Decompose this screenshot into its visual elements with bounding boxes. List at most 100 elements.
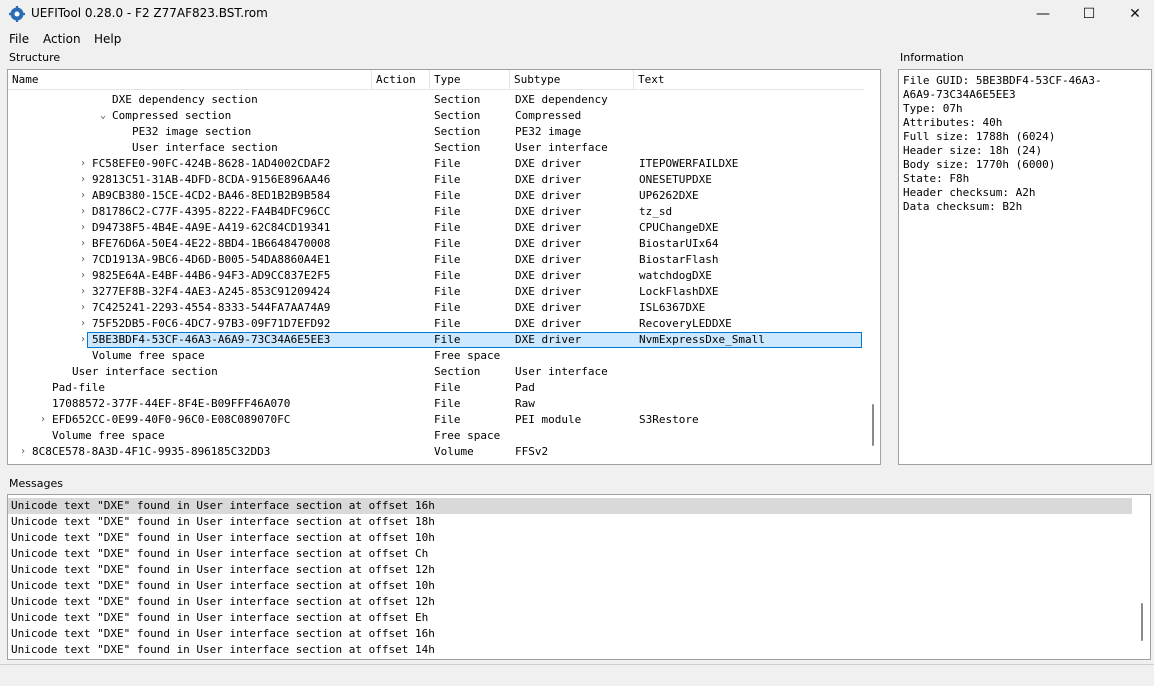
chevron-right-icon[interactable]: › [80,300,90,316]
tree-cell-type: File [434,317,461,330]
message-line[interactable]: Unicode text "DXE" found in User interfa… [8,578,1132,594]
chevron-right-icon[interactable]: › [80,284,90,300]
message-line[interactable]: Unicode text "DXE" found in User interfa… [8,530,1132,546]
column-text[interactable]: Text [634,70,864,90]
chevron-right-icon[interactable]: › [20,444,30,460]
tree-row[interactable]: DXE dependency section Section DXE depende… [8,92,864,108]
tree-cell-text: NvmExpressDxe_Small [639,333,765,346]
tree-cell-subtype: DXE driver [515,157,582,170]
tree-row[interactable]: › 92813C51-31AB-4DFD-8CDA-9156E896AA46 Fil… [8,172,864,188]
chevron-right-icon[interactable]: › [80,332,90,348]
tree-row[interactable]: › D81786C2-C77F-4395-8222-FA4B4DFC96CC Fil… [8,204,864,220]
column-name[interactable]: Name [8,70,372,90]
menu-file[interactable]: File [9,32,29,46]
column-type[interactable]: Type [430,70,510,90]
tree-row[interactable]: › 5BE3BDF4-53CF-46A3-A6A9-73C34A6E5EE3 Fil… [8,332,864,348]
messages-scrollbar[interactable] [1141,603,1143,641]
tree-cell-text: CPUChangeDXE [639,221,719,234]
chevron-right-icon[interactable]: › [80,188,90,204]
message-line[interactable]: Unicode text "DXE" found in User interfa… [8,610,1132,626]
tree-cell-subtype: FFSv2 [515,445,549,458]
tree-row[interactable]: › 3277EF8B-32F4-4AE3-A245-853C91209424 Fil… [8,284,864,300]
chevron-right-icon[interactable]: › [80,220,90,236]
information-text: File GUID: 5BE3BDF4-53CF-46A3- A6A9-73C34… [903,74,1102,214]
chevron-right-icon[interactable]: › [80,156,90,172]
tree-cell-subtype: DXE driver [515,221,582,234]
message-line[interactable]: Unicode text "DXE" found in User interfa… [8,498,1132,514]
message-line[interactable]: Unicode text "DXE" found in User interfa… [8,562,1132,578]
tree-row[interactable]: › FC58EFE0-90FC-424B-8628-1AD4002CDAF2 Fil… [8,156,864,172]
tree-scrollbar[interactable] [872,404,874,446]
chevron-right-icon[interactable]: › [80,172,90,188]
tree-cell-subtype: DXE driver [515,301,582,314]
tree-cell-name: Compressed section [112,109,232,122]
tree-cell-type: File [434,413,461,426]
tree-row[interactable]: User interface section Section User interf… [8,364,864,380]
tree-cell-name: 7CD1913A-9BC6-4D6D-B005-54DA8860A4E1 [92,253,331,266]
messages-label: Messages [9,477,63,490]
chevron-right-icon[interactable]: › [80,236,90,252]
tree-row[interactable]: Pad-file File Pad [8,380,864,396]
information-line: Full size: 1788h (6024) [903,130,1056,143]
message-line[interactable]: Unicode text "DXE" found in User interfa… [8,594,1132,610]
tree-row[interactable]: › 7C425241-2293-4554-8333-544FA7AA74A9 Fil… [8,300,864,316]
chevron-right-icon[interactable]: › [80,252,90,268]
tree-row[interactable]: PE32 image section Section PE32 image [8,124,864,140]
tree-row[interactable]: › AB9CB380-15CE-4CD2-BA46-8ED1B2B9B584 Fil… [8,188,864,204]
tree-cell-name: Volume free space [92,349,205,362]
tree-cell-name: BFE76D6A-50E4-4E22-8BD4-1B6648470008 [92,237,331,250]
tree-row[interactable]: User interface section Section User interf… [8,140,864,156]
tree-row[interactable]: Volume free space Free space [8,428,864,444]
tree-row[interactable]: › BFE76D6A-50E4-4E22-8BD4-1B6648470008 Fil… [8,236,864,252]
tree-row[interactable]: › 7CD1913A-9BC6-4D6D-B005-54DA8860A4E1 Fil… [8,252,864,268]
tree-cell-text: BiostarFlash [639,253,719,266]
tree-cell-type: File [434,397,461,410]
menu-help[interactable]: Help [94,32,121,46]
tree-row[interactable]: › 75F52DB5-F0C6-4DC7-97B3-09F71D7EFD92 Fil… [8,316,864,332]
tree-cell-name: PE32 image section [132,125,252,138]
tree-row[interactable]: › 9825E64A-E4BF-44B6-94F3-AD9CC837E2F5 Fil… [8,268,864,284]
tree-row[interactable]: 17088572-377F-44EF-8F4E-B09FFF46A070 File… [8,396,864,412]
tree-cell-name: 92813C51-31AB-4DFD-8CDA-9156E896AA46 [92,173,331,186]
tree-cell-subtype: DXE driver [515,189,582,202]
tree-cell-type: File [434,173,461,186]
chevron-down-icon[interactable]: ⌄ [100,108,110,124]
close-button[interactable]: ✕ [1112,0,1154,28]
column-action[interactable]: Action [372,70,430,90]
chevron-right-icon[interactable]: › [40,412,50,428]
tree-row[interactable]: › EFD652CC-0E99-40F0-96C0-E08C089070FC Fil… [8,412,864,428]
chevron-right-icon[interactable]: › [80,204,90,220]
column-subtype[interactable]: Subtype [510,70,634,90]
tree-cell-subtype: PE32 image [515,125,582,138]
information-line: Header checksum: A2h [903,186,1036,199]
tree-cell-subtype: Pad [515,381,535,394]
tree-cell-type: Free space [434,429,501,442]
tree-cell-name: 3277EF8B-32F4-4AE3-A245-853C91209424 [92,285,331,298]
tree-cell-name: D94738F5-4B4E-4A9E-A419-62C84CD19341 [92,221,331,234]
menu-action[interactable]: Action [43,32,81,46]
tree-cell-name: 17088572-377F-44EF-8F4E-B09FFF46A070 [52,397,291,410]
messages-panel[interactable]: Unicode text "DXE" found in User interfa… [7,494,1151,660]
tree-row[interactable]: › D94738F5-4B4E-4A9E-A419-62C84CD19341 Fil… [8,220,864,236]
maximize-button[interactable]: ☐ [1066,0,1112,28]
tree-row[interactable]: › 8C8CE578-8A3D-4F1C-9935-896185C32DD3 Vol… [8,444,864,460]
tree-cell-type: File [434,269,461,282]
tree-cell-name: D81786C2-C77F-4395-8222-FA4B4DFC96CC [92,205,331,218]
tree-row[interactable]: Volume free space Free space [8,348,864,364]
tree-cell-name: 7C425241-2293-4554-8333-544FA7AA74A9 [92,301,331,314]
tree-cell-type: File [434,205,461,218]
tree-cell-text: watchdogDXE [639,269,712,282]
message-line[interactable]: Unicode text "DXE" found in User interfa… [8,626,1132,642]
tree-cell-subtype: Raw [515,397,535,410]
message-line[interactable]: Unicode text "DXE" found in User interfa… [8,514,1132,530]
minimize-button[interactable]: — [1020,0,1066,28]
message-line[interactable]: Unicode text "DXE" found in User interfa… [8,546,1132,562]
chevron-right-icon[interactable]: › [80,316,90,332]
tree-cell-type: File [434,189,461,202]
message-line[interactable]: Unicode text "DXE" found in User interfa… [8,642,1132,658]
tree-cell-type: Section [434,109,481,122]
tree-cell-name: Pad-file [52,381,105,394]
tree-row[interactable]: ⌄ Compressed section Section Compressed [8,108,864,124]
chevron-right-icon[interactable]: › [80,268,90,284]
structure-tree[interactable]: Name Action Type Subtype Text DXE depend… [7,69,881,465]
